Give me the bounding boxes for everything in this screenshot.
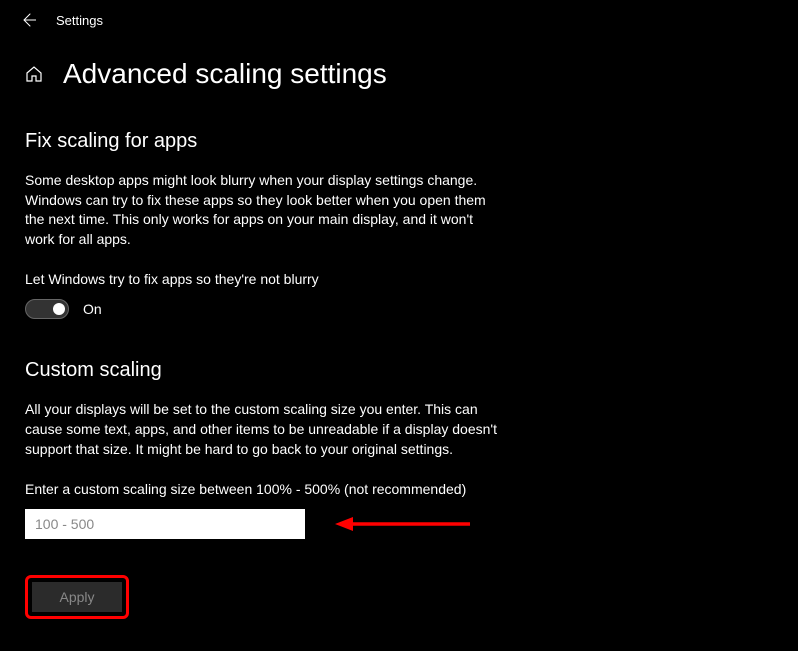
header-title: Settings: [56, 13, 103, 28]
section-fix-scaling-title: Fix scaling for apps: [25, 130, 773, 153]
toggle-label: Let Windows try to fix apps so they're n…: [25, 271, 773, 287]
section-fix-scaling-description: Some desktop apps might look blurry when…: [25, 171, 505, 249]
custom-scaling-input[interactable]: [25, 509, 305, 539]
back-icon[interactable]: [20, 12, 36, 28]
toggle-state-text: On: [83, 301, 102, 317]
custom-scaling-input-label: Enter a custom scaling size between 100%…: [25, 481, 773, 497]
page-title: Advanced scaling settings: [63, 58, 387, 90]
home-icon[interactable]: [25, 65, 43, 83]
apply-button-highlight: Apply: [25, 575, 129, 619]
fix-scaling-toggle[interactable]: [25, 299, 69, 319]
section-custom-scaling-description: All your displays will be set to the cus…: [25, 400, 505, 459]
arrow-annotation: [335, 514, 475, 534]
apply-button[interactable]: Apply: [32, 582, 122, 612]
section-custom-scaling-title: Custom scaling: [25, 359, 773, 382]
